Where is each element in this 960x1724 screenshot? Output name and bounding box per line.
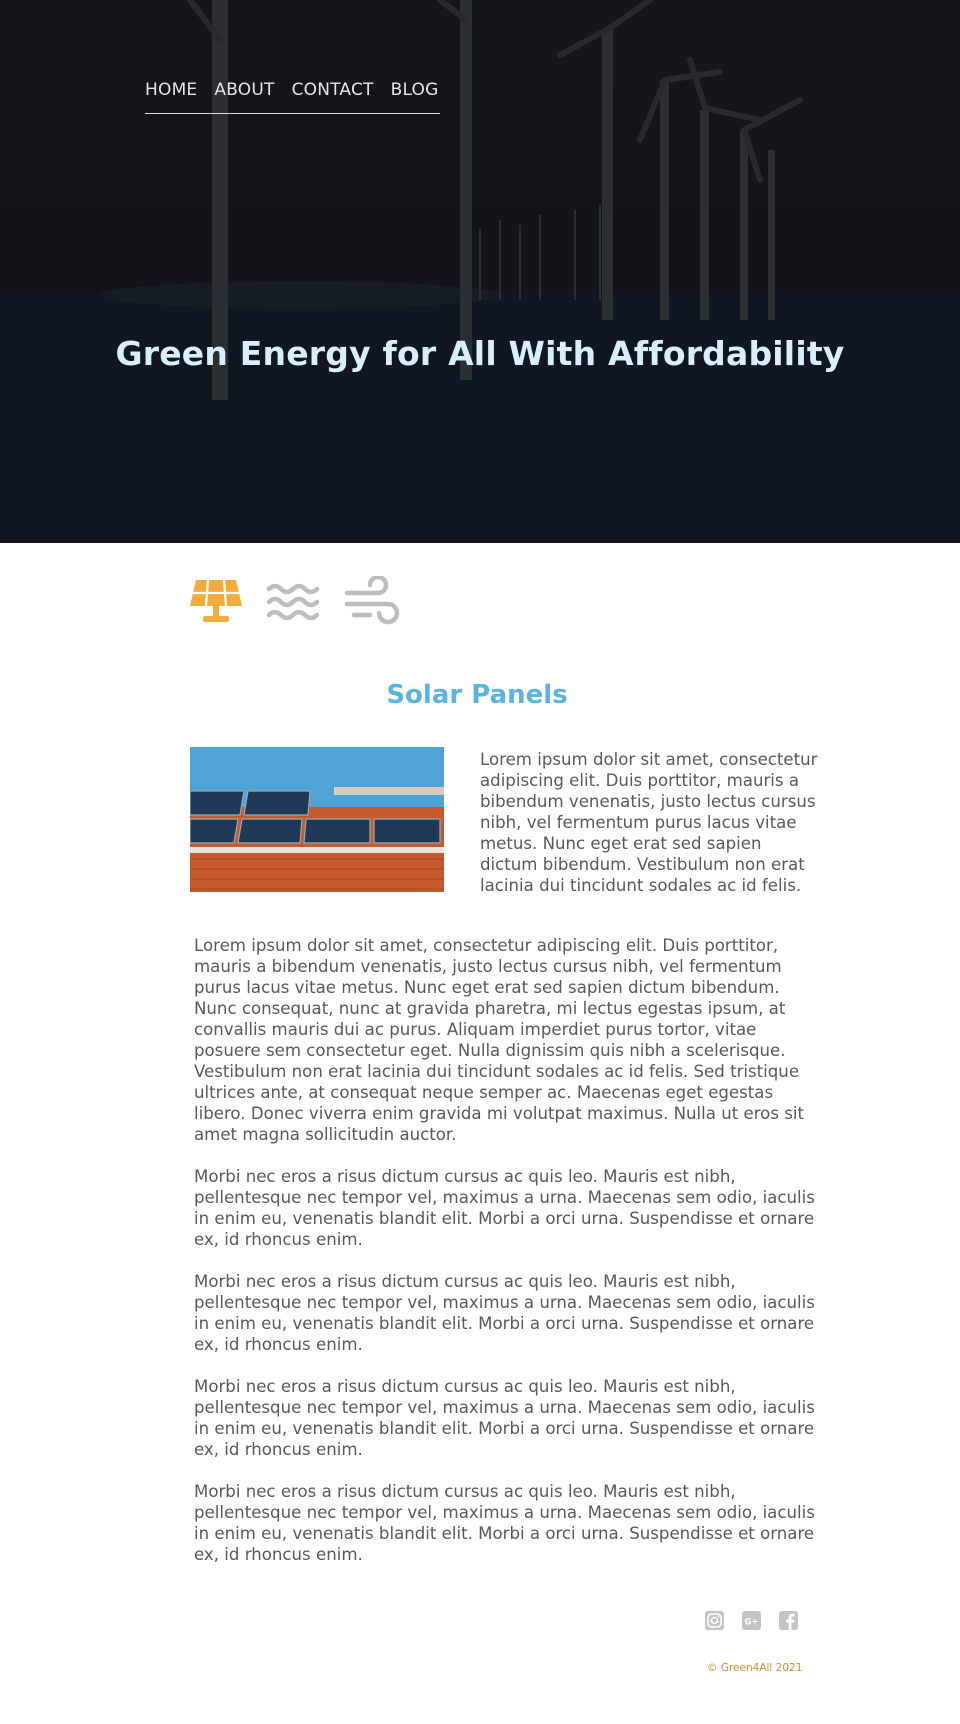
body-paragraph: Morbi nec eros a risus dictum cursus ac … <box>194 1482 815 1564</box>
nav-blog-link[interactable]: BLOG <box>391 80 439 107</box>
hero-title: Green Energy for All With Affordability <box>115 334 845 373</box>
body-paragraph: Morbi nec eros a risus dictum cursus ac … <box>194 1272 815 1354</box>
nav-contact-link[interactable]: CONTACT <box>292 80 374 107</box>
section-body: Lorem ipsum dolor sit amet, consectetur … <box>194 935 824 1586</box>
body-paragraph: Morbi nec eros a risus dictum cursus ac … <box>194 1377 815 1459</box>
wind-icon <box>344 576 400 625</box>
social-links: G+ <box>704 1610 799 1631</box>
solar-panels-roof-image <box>190 747 444 892</box>
svg-text:G+: G+ <box>744 1618 758 1628</box>
body-paragraph: Lorem ipsum dolor sit amet, consectetur … <box>194 936 805 1144</box>
facebook-icon[interactable] <box>778 1610 799 1631</box>
section-intro: Lorem ipsum dolor sit amet, consectetur … <box>480 750 818 895</box>
energy-type-tabs <box>188 576 400 628</box>
tab-water[interactable] <box>266 576 322 628</box>
google-plus-icon[interactable]: G+ <box>741 1610 762 1631</box>
nav-about-link[interactable]: ABOUT <box>214 80 274 107</box>
body-paragraph: Morbi nec eros a risus dictum cursus ac … <box>194 1167 815 1249</box>
section-title: Solar Panels <box>386 680 568 710</box>
tab-wind[interactable] <box>344 576 400 628</box>
main-nav: HOME ABOUT CONTACT BLOG <box>145 80 440 114</box>
copyright-text: © Green4All 2021 <box>707 1662 803 1674</box>
solar-panel-icon <box>190 579 242 622</box>
wind-turbines-background-image <box>0 0 960 543</box>
water-waves-icon <box>266 583 320 621</box>
nav-home-link[interactable]: HOME <box>145 80 197 107</box>
tab-solar[interactable] <box>188 576 244 628</box>
instagram-icon[interactable] <box>704 1610 725 1631</box>
hero-banner: HOME ABOUT CONTACT BLOG Green Energy for… <box>0 0 960 543</box>
